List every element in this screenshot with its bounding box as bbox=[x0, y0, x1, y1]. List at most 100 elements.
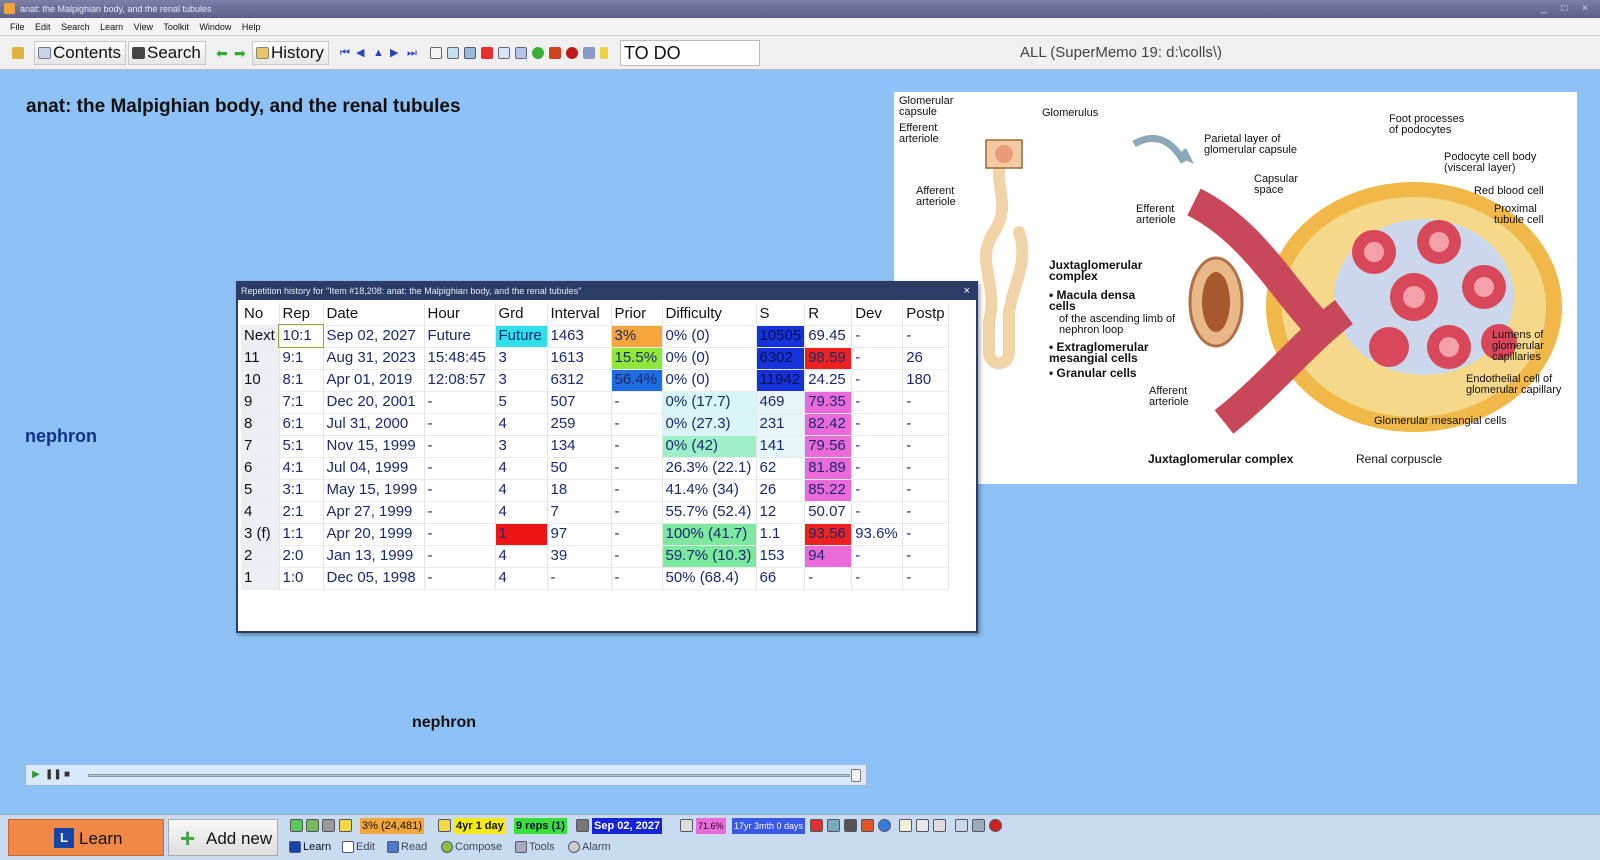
user-icon[interactable] bbox=[583, 47, 595, 59]
menu-toolkit[interactable]: Toolkit bbox=[163, 22, 189, 32]
tab-read[interactable]: Read bbox=[386, 839, 427, 855]
menu-window[interactable]: Window bbox=[199, 22, 231, 32]
add-new-button[interactable]: + Add new bbox=[168, 819, 278, 856]
image-icon[interactable] bbox=[861, 819, 874, 832]
column-header-interval[interactable]: Interval bbox=[547, 303, 612, 326]
toolkit-icon[interactable] bbox=[549, 47, 561, 59]
interval-icon[interactable] bbox=[438, 819, 451, 832]
pause-icon[interactable]: ❚❚ bbox=[45, 769, 62, 781]
column-header-dev[interactable]: Dev bbox=[851, 303, 904, 326]
history-button[interactable]: History bbox=[252, 41, 329, 65]
schedule-icon[interactable] bbox=[680, 819, 693, 832]
table-row[interactable]: 6 4:1 Jul 04, 1999-4 50-26.3% (22.1) 62 81.89… bbox=[241, 457, 950, 480]
table-row[interactable]: 1 1:0 Dec 05, 1998-4- -50% (68.4) 66- - - bbox=[241, 567, 950, 590]
forward-arrow-icon[interactable]: ➡ bbox=[234, 46, 246, 60]
table-row[interactable]: 10 8:1 Apr 01, 2019 12:08:57 3 6312 56.4% 0% (0… bbox=[241, 369, 950, 392]
reps-stat[interactable]: 9 reps (1) bbox=[514, 818, 567, 834]
last-element-icon[interactable]: ⏭ bbox=[407, 47, 419, 59]
priority-stat[interactable]: 3% (24,481) bbox=[360, 818, 424, 834]
back-arrow-icon[interactable]: ⬅ bbox=[216, 46, 228, 60]
table-row[interactable]: 4 2:1 Apr 27, 1999-4 7-55.7% (52.4) 12 50.07-… bbox=[241, 501, 950, 524]
menu-help[interactable]: Help bbox=[242, 22, 261, 32]
column-header-difficulty[interactable]: Difficulty bbox=[662, 303, 757, 326]
retention-stat[interactable]: 71.6% bbox=[696, 818, 726, 834]
column-header-prior[interactable]: Prior bbox=[611, 303, 663, 326]
column-header-hour[interactable]: Hour bbox=[424, 303, 496, 326]
tab-alarm[interactable]: Alarm bbox=[567, 839, 611, 855]
help-icon[interactable] bbox=[566, 47, 578, 59]
seek-handle[interactable] bbox=[851, 769, 861, 782]
learn-button[interactable]: L Learn bbox=[8, 819, 164, 856]
column-header-postp[interactable]: Postp bbox=[902, 303, 950, 326]
calendar-grid-icon[interactable] bbox=[322, 819, 335, 832]
previous-element-icon[interactable]: ◀ bbox=[356, 47, 368, 59]
menu-edit[interactable]: Edit bbox=[35, 22, 51, 32]
first-element-icon[interactable]: ⏮ bbox=[340, 47, 352, 59]
stop-square-icon[interactable]: ■ bbox=[61, 769, 73, 781]
item-icon[interactable] bbox=[306, 819, 319, 832]
priority-flag-icon[interactable] bbox=[339, 819, 352, 832]
browser-icon[interactable] bbox=[447, 47, 459, 59]
table-row[interactable]: 7 5:1 Nov 15, 1999-3 134-0% (42) 141 79.56- - bbox=[241, 435, 950, 458]
table-row[interactable]: Next 10:1 Sep 02, 2027 Future Future 1463 3% 0%… bbox=[241, 324, 950, 348]
menu-learn[interactable]: Learn bbox=[100, 22, 123, 32]
play-icon[interactable]: ▶ bbox=[30, 769, 42, 781]
table-row[interactable]: 3 (f) 1:1 Apr 20, 1999-1 97-100% (41.7) 1.1 9… bbox=[241, 523, 950, 546]
column-header-r[interactable]: R bbox=[804, 303, 853, 326]
age-stat[interactable]: 17yr 3mth 0 days bbox=[732, 818, 806, 834]
close-icon[interactable]: × bbox=[964, 283, 970, 300]
table-row[interactable]: 8 6:1 Jul 31, 2000-4 259-0% (27.3) 231 82.42-… bbox=[241, 413, 950, 436]
text-icon[interactable] bbox=[844, 819, 857, 832]
tab-compose[interactable]: Compose bbox=[440, 839, 502, 855]
window-icon[interactable] bbox=[955, 819, 968, 832]
link-icon[interactable] bbox=[878, 819, 891, 832]
menu-file[interactable]: File bbox=[10, 22, 25, 32]
print-icon[interactable] bbox=[515, 47, 527, 59]
tab-tools[interactable]: Tools bbox=[514, 839, 555, 855]
column-header-s[interactable]: S bbox=[756, 303, 806, 326]
parent-element-icon[interactable]: ▲ bbox=[373, 47, 385, 59]
cell-dev: - bbox=[851, 457, 904, 480]
open-collection-icon[interactable] bbox=[12, 47, 24, 59]
contents-button[interactable]: Contents bbox=[34, 41, 127, 65]
window-controls[interactable]: _ □ × bbox=[1541, 0, 1594, 18]
cell-s: 12 bbox=[756, 501, 806, 524]
delete-icon[interactable] bbox=[810, 819, 823, 832]
topic-icon[interactable] bbox=[290, 819, 303, 832]
find-icon[interactable] bbox=[430, 47, 442, 59]
copy-icon[interactable] bbox=[916, 819, 929, 832]
todo-input[interactable]: TO DO bbox=[620, 40, 760, 66]
column-header-no[interactable]: No bbox=[241, 303, 280, 326]
menu-view[interactable]: View bbox=[134, 22, 153, 32]
layout-icon[interactable] bbox=[972, 819, 985, 832]
seek-track[interactable] bbox=[88, 774, 850, 777]
table-row[interactable]: 11 9:1 Aug 31, 2023 15:48:45 3 1613 15.5% 0% (0… bbox=[241, 347, 950, 370]
tab-learn[interactable]: Learn bbox=[288, 839, 331, 855]
search-button[interactable]: Search bbox=[128, 41, 206, 65]
column-header-rep[interactable]: Rep bbox=[279, 303, 324, 326]
table-row[interactable]: 9 7:1 Dec 20, 2001-5 507-0% (17.7) 469 79.35-… bbox=[241, 391, 950, 414]
table-row[interactable]: 2 2:0 Jan 13, 1999-4 39-59.7% (10.3) 153 94- - bbox=[241, 545, 950, 568]
reader-icon[interactable] bbox=[464, 47, 476, 59]
edit-icon[interactable] bbox=[827, 819, 840, 832]
menu-search[interactable]: Search bbox=[61, 22, 90, 32]
stop-icon[interactable] bbox=[481, 47, 493, 59]
nephron-answer-label[interactable]: nephron bbox=[25, 426, 97, 447]
column-header-grd[interactable]: Grd bbox=[495, 303, 548, 326]
go-icon[interactable] bbox=[532, 47, 544, 59]
interval-stat[interactable]: 4yr 1 day bbox=[454, 818, 506, 834]
column-header-date[interactable]: Date bbox=[323, 303, 425, 326]
help-circle-icon[interactable] bbox=[989, 819, 1002, 832]
lightbulb-icon[interactable] bbox=[600, 47, 608, 59]
note-icon[interactable] bbox=[899, 819, 912, 832]
next-repetition-date[interactable]: Sep 02, 2027 bbox=[592, 818, 663, 834]
calendar-icon[interactable] bbox=[576, 819, 589, 832]
cell-no: 3 (f) bbox=[241, 523, 280, 546]
paste-icon[interactable] bbox=[933, 819, 946, 832]
tab-edit[interactable]: Edit bbox=[341, 839, 375, 855]
table-row[interactable]: 5 3:1 May 15, 1999-4 18-41.4% (34) 26 85.22- - bbox=[241, 479, 950, 502]
cell-dev: - bbox=[851, 325, 904, 348]
mail-icon[interactable] bbox=[498, 47, 510, 59]
cell-date: Dec 05, 1998 bbox=[323, 567, 425, 590]
next-element-icon[interactable]: ▶ bbox=[390, 47, 402, 59]
